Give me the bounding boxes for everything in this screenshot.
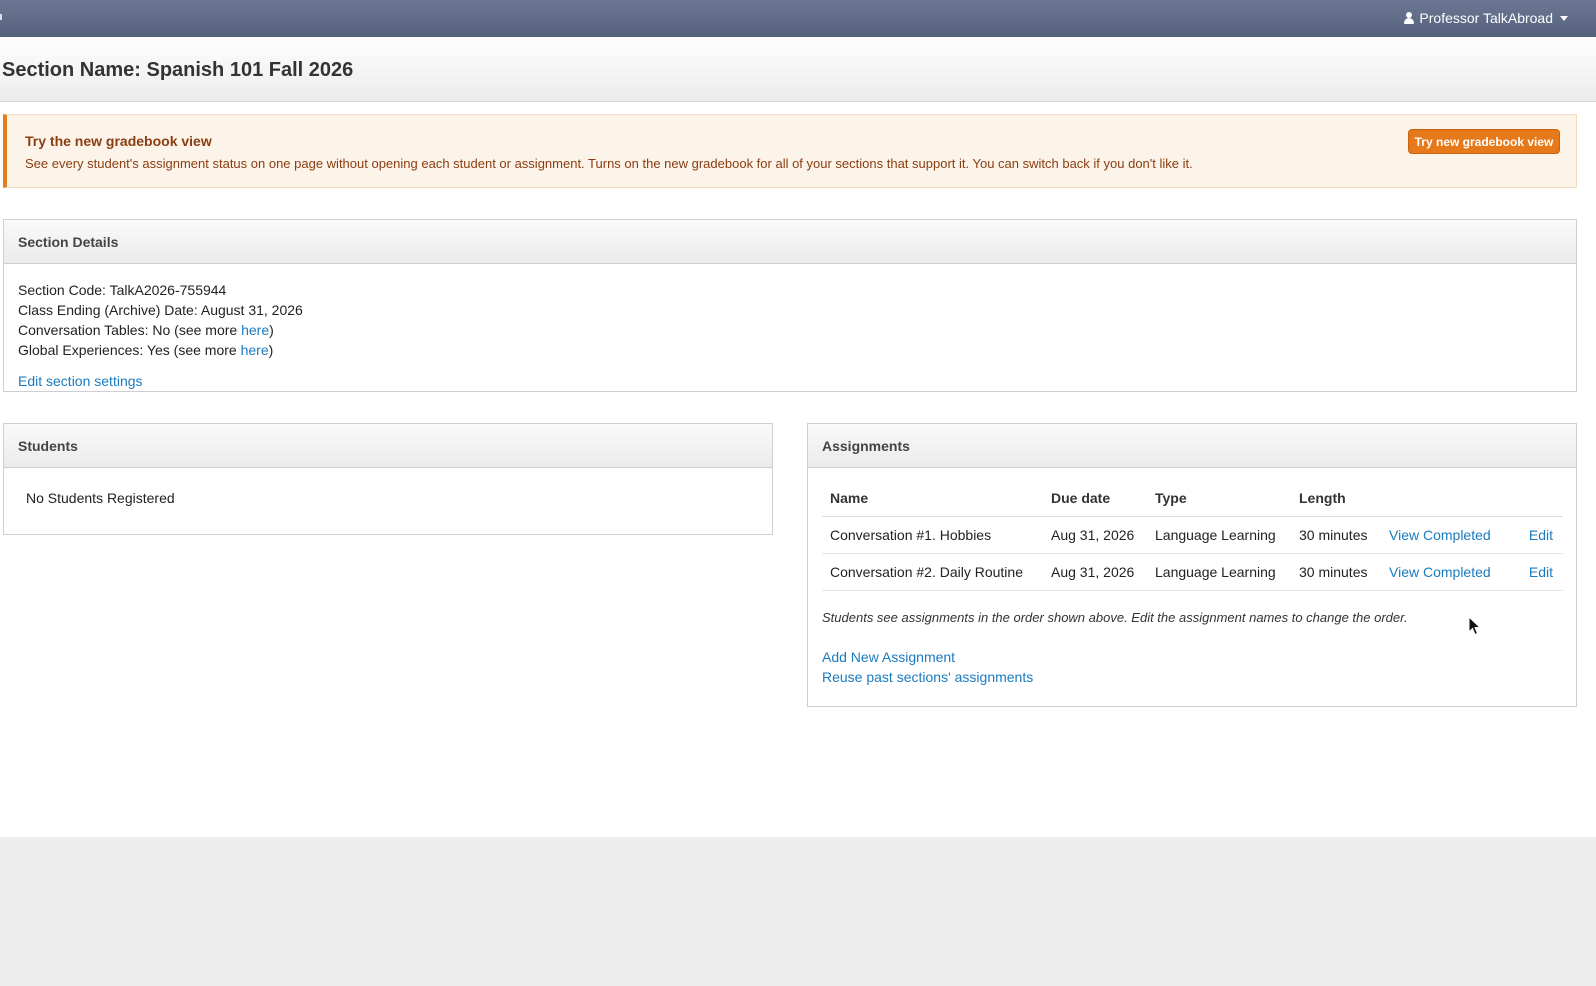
close-paren: ) <box>269 322 274 338</box>
assignment-name: Conversation #1. Hobbies <box>822 516 1043 554</box>
assignments-table: Name Due date Type Length Conversation #… <box>822 480 1563 591</box>
column-header-due-date: Due date <box>1043 480 1147 517</box>
section-details-list: Section Code: TalkA2026-755944 Class End… <box>18 280 303 360</box>
user-menu[interactable]: Professor TalkAbroad <box>1404 10 1568 26</box>
top-navbar: Professor TalkAbroad <box>0 0 1596 37</box>
conversation-tables-here-link[interactable]: here <box>241 322 269 338</box>
view-completed-link[interactable]: View Completed <box>1389 527 1491 543</box>
section-code: Section Code: TalkA2026-755944 <box>18 282 227 298</box>
assignment-due-date: Aug 31, 2026 <box>1043 553 1147 591</box>
view-completed-cell: View Completed <box>1381 516 1505 554</box>
gradebook-alert: Try the new gradebook view See every stu… <box>3 114 1577 188</box>
view-completed-cell: View Completed <box>1381 553 1505 591</box>
global-experiences-here-link[interactable]: here <box>241 342 269 358</box>
page-title: Section Name: Spanish 101 Fall 2026 <box>2 59 354 81</box>
column-header-view <box>1381 480 1505 517</box>
table-row: Conversation #2. Daily Routine Aug 31, 2… <box>822 553 1563 591</box>
archive-date: Class Ending (Archive) Date: August 31, … <box>18 302 303 318</box>
edit-assignment-link[interactable]: Edit <box>1529 564 1553 580</box>
page-header: Section Name: Spanish 101 Fall 2026 <box>0 37 1596 102</box>
column-header-name: Name <box>822 480 1043 517</box>
assignments-heading: Assignments <box>808 424 1576 468</box>
add-new-assignment-link[interactable]: Add New Assignment <box>822 649 955 665</box>
sidebar-toggle-edge[interactable] <box>0 14 2 20</box>
column-header-type: Type <box>1147 480 1291 517</box>
main-content: Section Name: Spanish 101 Fall 2026 Try … <box>0 37 1596 837</box>
edit-cell: Edit <box>1505 516 1563 554</box>
table-header-row: Name Due date Type Length <box>822 480 1563 517</box>
user-name: Professor TalkAbroad <box>1419 10 1553 26</box>
students-panel: Students No Students Registered <box>3 423 773 535</box>
table-row: Conversation #1. Hobbies Aug 31, 2026 La… <box>822 516 1563 554</box>
global-experiences-row: Global Experiences: Yes (see more here) <box>18 340 303 360</box>
column-header-length: Length <box>1291 480 1381 517</box>
assignment-length: 30 minutes <box>1291 553 1381 591</box>
user-icon <box>1404 12 1415 24</box>
alert-title: Try the new gradebook view <box>25 133 212 149</box>
section-details-panel: Section Details Section Code: TalkA2026-… <box>3 219 1577 392</box>
edit-assignment-link[interactable]: Edit <box>1529 527 1553 543</box>
alert-text: See every student's assignment status on… <box>25 156 1193 171</box>
chevron-down-icon <box>1560 15 1568 21</box>
close-paren: ) <box>268 342 274 358</box>
global-experiences-text: Global Experiences: Yes (see more <box>18 342 241 358</box>
try-gradebook-button[interactable]: Try new gradebook view <box>1408 129 1560 154</box>
reuse-assignments-link[interactable]: Reuse past sections' assignments <box>822 669 1033 685</box>
edit-cell: Edit <box>1505 553 1563 591</box>
assignment-order-note: Students see assignments in the order sh… <box>822 610 1408 625</box>
edit-section-settings-link[interactable]: Edit section settings <box>18 373 143 389</box>
mouse-cursor-icon <box>1468 616 1482 636</box>
assignment-length: 30 minutes <box>1291 516 1381 554</box>
assignment-due-date: Aug 31, 2026 <box>1043 516 1147 554</box>
conversation-tables-text: Conversation Tables: No (see more <box>18 322 242 338</box>
view-completed-link[interactable]: View Completed <box>1389 564 1491 580</box>
assignment-type: Language Learning <box>1147 553 1291 591</box>
no-students-text: No Students Registered <box>26 490 175 506</box>
students-heading: Students <box>4 424 772 468</box>
assignments-panel: Assignments Name Due date Type Length Co… <box>807 423 1577 707</box>
column-header-edit <box>1505 480 1563 517</box>
conversation-tables-row: Conversation Tables: No (see more here) <box>18 320 303 340</box>
assignment-name: Conversation #2. Daily Routine <box>822 553 1043 591</box>
assignment-type: Language Learning <box>1147 516 1291 554</box>
section-details-heading: Section Details <box>4 220 1576 264</box>
